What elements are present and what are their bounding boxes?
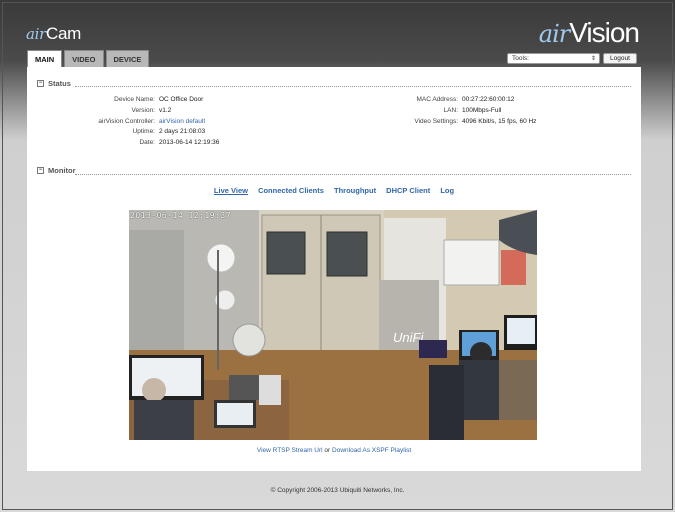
status-row-version: Version: v1.2 [57,106,219,117]
status-key: Video Settings: [414,117,458,125]
dhcp-client-link[interactable]: DHCP Client [386,186,430,195]
status-key: LAN: [443,106,458,114]
status-row-lan: LAN: 100Mbps-Full [372,106,536,117]
aircam-logo-prefix: air [26,25,47,43]
status-key: airVision Controller: [98,117,155,125]
stream-links: View RTSP Stream Url or Download As XSPF… [27,447,641,454]
airvision-controller-link[interactable]: airVision default [155,117,205,128]
monitor-divider [75,174,631,175]
status-value: 2013-06-14 12:19:36 [159,139,220,147]
status-value: 4096 Kbit/s, 15 fps, 60 Hz [462,117,537,125]
aircam-logo-name: Cam [46,24,82,43]
status-divider [75,86,631,87]
status-row-date: Date: 2013-06-14 12:19:36 [57,138,219,149]
video-timestamp: 2013-06-14 12:19:37 [130,211,232,220]
tab-video[interactable]: VIDEO [64,50,104,67]
status-value: 2 days 21:08:03 [159,128,206,136]
xspf-playlist-link[interactable]: Download As XSPF Playlist [332,447,411,454]
collapse-status-toggle[interactable]: − [37,80,44,87]
live-video-feed[interactable]: UniFi 2013-06-14 12:19:37 [129,210,537,440]
status-key: MAC Address: [416,96,458,103]
airvision-logo-prefix: air [538,20,570,48]
monitor-section-header: − Monitor [37,166,76,175]
tab-device[interactable]: DEVICE [105,50,150,67]
rtsp-stream-link[interactable]: View RTSP Stream Url [257,447,323,454]
chevron-updown-icon: ⇕ [590,56,596,62]
status-row-controller: airVision Controller: airVision default [57,117,219,128]
tab-main[interactable]: MAIN [27,50,63,68]
status-value: 100Mbps-Full [462,106,502,114]
status-key: Device Name: [114,96,155,103]
status-key: Date: [139,139,155,147]
status-title: Status [48,79,71,88]
status-value: OC Office Door [159,96,204,103]
tools-select-label: Tools: [512,55,529,62]
status-key: Version: [131,106,156,114]
office-camera-image: UniFi [129,210,537,440]
status-row-device-name: Device Name: OC Office Door [57,95,219,106]
status-key: Uptime: [132,128,155,136]
airvision-logo: airVision [538,17,640,49]
connected-clients-link[interactable]: Connected Clients [258,186,324,195]
status-row-video-settings: Video Settings: 4096 Kbit/s, 15 fps, 60 H… [372,117,536,128]
log-link[interactable]: Log [440,186,454,195]
airvision-logo-name: Vision [569,17,640,48]
status-row-mac: MAC Address: 00:27:22:60:00:12 [372,95,536,106]
tools-select[interactable]: Tools: ⇕ [507,53,600,64]
copyright-text: © Copyright 2006-2013 Ubiquiti Networks,… [270,487,405,494]
aircam-logo: airCam [26,24,81,44]
monitor-nav: Live View Connected Clients Throughput D… [27,186,641,195]
or-text: or [324,447,331,454]
throughput-link[interactable]: Throughput [334,186,376,195]
status-right-list: MAC Address: 00:27:22:60:00:12 LAN: 100Mbp… [372,95,536,127]
main-panel: − Status Device Name: OC Office Door Vers… [27,67,641,471]
logout-button[interactable]: Logout [603,53,637,64]
status-value: v1.2 [159,106,172,114]
status-left-list: Device Name: OC Office Door Version: v1.2 … [57,95,219,149]
live-view-link[interactable]: Live View [214,186,248,195]
monitor-title: Monitor [48,166,76,175]
status-section-header: − Status [37,79,71,88]
status-value: 00:27:22:60:00:12 [462,96,515,103]
collapse-monitor-toggle[interactable]: − [37,167,44,174]
main-tabs: MAIN VIDEO DEVICE [27,50,150,68]
status-row-uptime: Uptime: 2 days 21:08:03 [57,127,219,138]
